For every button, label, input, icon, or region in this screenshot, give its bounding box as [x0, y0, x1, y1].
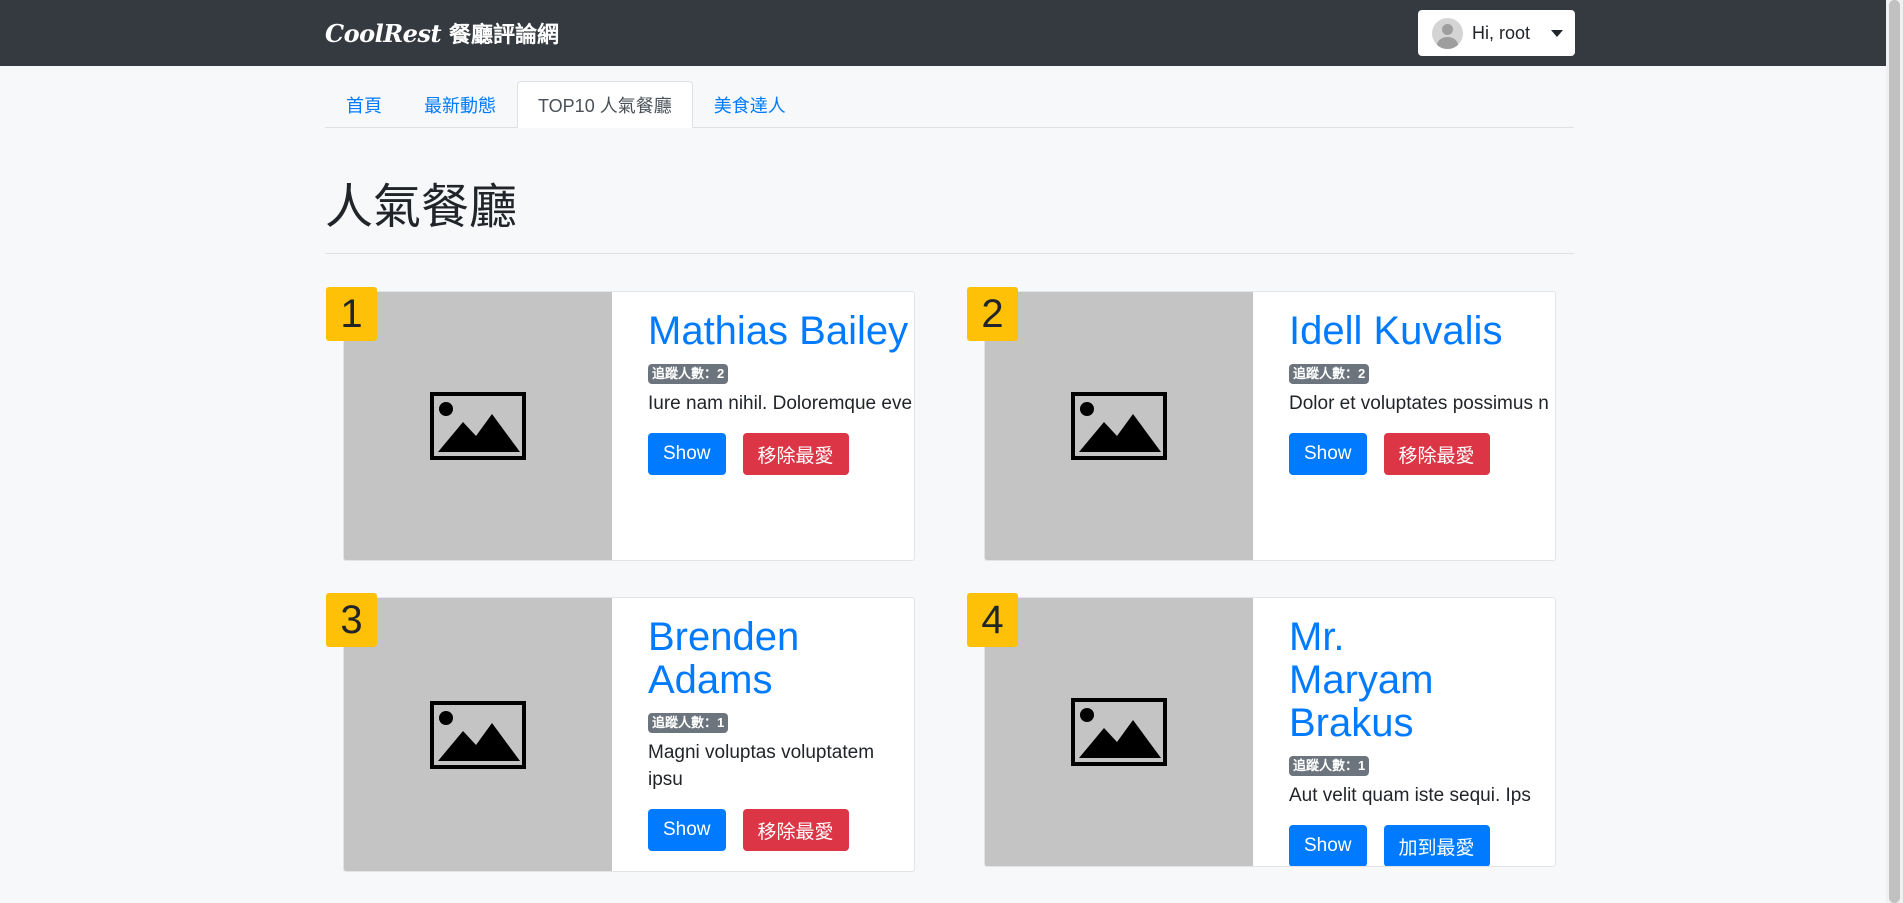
brand-logo: CoolRest [325, 18, 442, 48]
show-button[interactable]: Show [1289, 825, 1367, 866]
show-button[interactable]: Show [648, 433, 726, 475]
divider [325, 253, 1574, 254]
card-body: Mr. Maryam Brakus 追蹤人數：1 Aut velit quam … [1253, 598, 1555, 866]
remove-favorite-button[interactable]: 移除最愛 [742, 809, 849, 851]
follower-count-badge: 追蹤人數：1 [1289, 756, 1370, 776]
restaurant-name-link[interactable]: Brenden Adams [648, 616, 848, 702]
restaurant-card: Idell Kuvalis 追蹤人數：2 Dolor et voluptates… [984, 291, 1556, 561]
remove-favorite-button[interactable]: 移除最愛 [742, 433, 849, 475]
rank-badge: 1 [326, 287, 377, 341]
remove-favorite-button[interactable]: 移除最愛 [1383, 433, 1490, 475]
user-menu-button[interactable]: Hi, root [1418, 10, 1575, 56]
tab-feeds[interactable]: 最新動態 [403, 81, 517, 128]
restaurant-card: Mathias Bailey 追蹤人數：2 Iure nam nihil. Do… [343, 291, 915, 561]
brand-link[interactable]: CoolRest 餐廳評論網 [325, 16, 559, 50]
restaurant-name-link[interactable]: Idell Kuvalis [1289, 310, 1555, 353]
tab-top10[interactable]: TOP10 人氣餐廳 [517, 81, 693, 128]
show-button[interactable]: Show [1289, 433, 1367, 475]
restaurant-description: Aut velit quam iste sequi. Ips [1289, 785, 1531, 806]
rank-badge: 4 [967, 593, 1018, 647]
card-body: Idell Kuvalis 追蹤人數：2 Dolor et voluptates… [1253, 292, 1555, 560]
card-body: Mathias Bailey 追蹤人數：2 Iure nam nihil. Do… [612, 292, 914, 560]
restaurant-card: Brenden Adams 追蹤人數：1 Magni voluptas volu… [343, 597, 915, 872]
image-placeholder-icon [430, 392, 526, 460]
tab-top-users[interactable]: 美食達人 [693, 81, 807, 128]
image-placeholder-icon [1071, 392, 1167, 460]
image-placeholder-icon [430, 700, 526, 769]
restaurant-card: Mr. Maryam Brakus 追蹤人數：1 Aut velit quam … [984, 597, 1556, 867]
restaurant-description: Magni voluptas voluptatem ipsu [648, 742, 875, 790]
follower-count-badge: 追蹤人數：1 [648, 713, 729, 733]
brand-name: 餐廳評論網 [449, 22, 560, 47]
user-greeting: Hi, root [1472, 22, 1531, 43]
avatar-icon [1432, 17, 1463, 49]
scrollbar-thumb[interactable] [1889, 0, 1900, 903]
page-title: 人氣餐廳 [325, 181, 518, 234]
rank-badge: 3 [326, 593, 377, 647]
restaurant-description: Dolor et voluptates possimus n [1289, 393, 1549, 414]
navbar: CoolRest 餐廳評論網 Hi, root [0, 0, 1903, 66]
follower-count-badge: 追蹤人數：2 [648, 364, 729, 384]
restaurant-name-link[interactable]: Mathias Bailey [648, 310, 914, 353]
add-favorite-button[interactable]: 加到最愛 [1383, 825, 1490, 866]
restaurant-image[interactable] [344, 598, 612, 871]
nav-tabs: 首頁 最新動態 TOP10 人氣餐廳 美食達人 [325, 81, 1574, 128]
tab-home[interactable]: 首頁 [325, 81, 403, 128]
restaurant-image[interactable] [985, 598, 1253, 866]
image-placeholder-icon [1071, 698, 1167, 766]
show-button[interactable]: Show [648, 809, 726, 851]
caret-down-icon [1551, 29, 1563, 37]
rank-badge: 2 [967, 287, 1018, 341]
follower-count-badge: 追蹤人數：2 [1289, 364, 1370, 384]
restaurant-image[interactable] [344, 292, 612, 560]
restaurant-description: Iure nam nihil. Doloremque eve [648, 393, 913, 414]
card-body: Brenden Adams 追蹤人數：1 Magni voluptas volu… [612, 598, 914, 871]
restaurant-image[interactable] [985, 292, 1253, 560]
restaurant-name-link[interactable]: Mr. Maryam Brakus [1289, 616, 1499, 745]
